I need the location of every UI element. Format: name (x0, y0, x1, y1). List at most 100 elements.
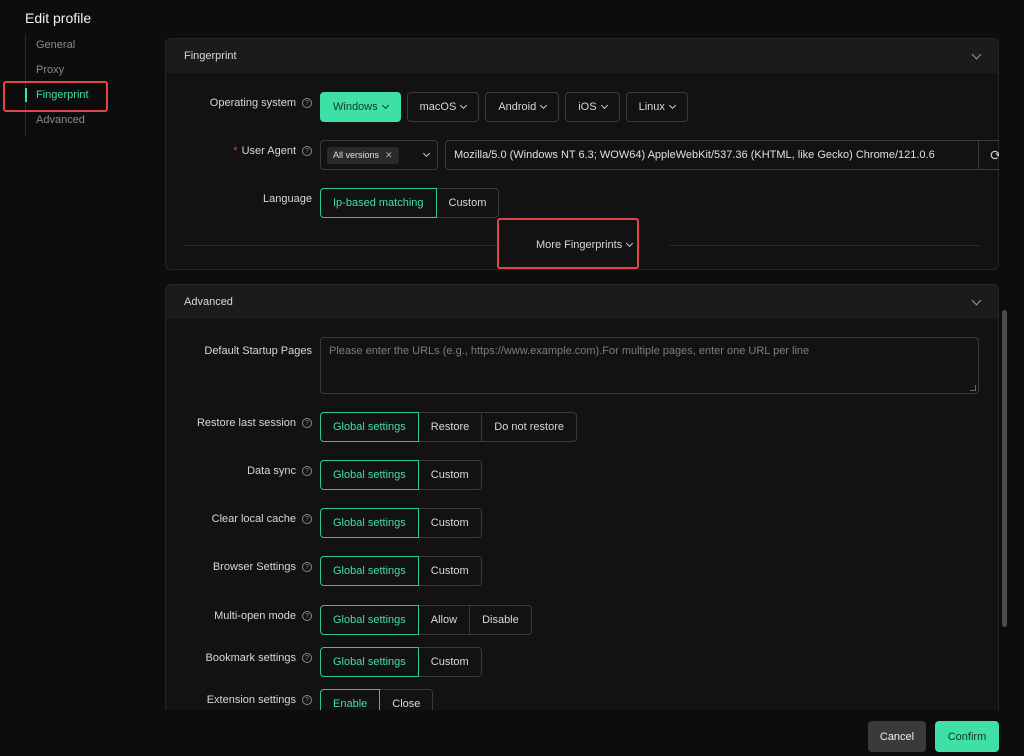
chevron-down-icon (540, 101, 548, 110)
browser-settings-option-global[interactable]: Global settings (320, 556, 419, 586)
version-tag-label: All versions (333, 150, 380, 160)
extension-label-text: Extension settings (206, 694, 296, 706)
os-option-macos[interactable]: macOS (406, 92, 480, 122)
startup-label: Default Startup Pages (204, 345, 312, 357)
fingerprint-section-header[interactable]: Fingerprint (166, 39, 998, 73)
chevron-down-icon (600, 101, 608, 110)
chevron-down-icon (381, 101, 389, 110)
extension-row: Extension settings? Enable Close (166, 689, 434, 710)
chevron-down-icon[interactable] (971, 49, 982, 59)
help-icon[interactable]: ? (302, 98, 312, 108)
browser-settings-option-custom[interactable]: Custom (417, 556, 482, 586)
startup-pages-input[interactable]: Please enter the URLs (e.g., https://www… (320, 337, 979, 394)
language-option-ip[interactable]: Ip-based matching (320, 188, 437, 218)
multi-open-label-text: Multi-open mode (214, 610, 296, 622)
bookmark-label: Bookmark settings? (206, 652, 312, 664)
user-agent-label-text: User Agent (241, 145, 296, 157)
sidebar-item-advanced[interactable]: Advanced (26, 110, 89, 135)
help-icon[interactable]: ? (302, 562, 312, 572)
data-sync-option-custom[interactable]: Custom (417, 460, 482, 490)
form-content: Fingerprint Operating system ? Windows m… (165, 38, 999, 710)
version-tag: All versions ✕ (327, 146, 399, 164)
advanced-section-title: Advanced (184, 296, 233, 308)
os-option-ios-label: iOS (578, 101, 597, 113)
data-sync-label-text: Data sync (247, 465, 296, 477)
startup-row: Default Startup Pages Please enter the U… (166, 337, 979, 394)
multi-open-option-global[interactable]: Global settings (320, 605, 419, 635)
user-agent-label: * User Agent ? (233, 145, 312, 157)
clear-cache-label-text: Clear local cache (211, 513, 296, 525)
chevron-down-icon (668, 101, 676, 110)
page-title: Edit profile (25, 10, 92, 26)
chevron-down-icon (460, 101, 468, 110)
extension-option-close[interactable]: Close (379, 689, 434, 710)
extension-option-enable[interactable]: Enable (320, 689, 381, 710)
os-option-windows-label: Windows (333, 101, 378, 113)
os-label: Operating system ? (210, 97, 312, 109)
os-option-windows[interactable]: Windows (320, 92, 401, 122)
user-agent-input[interactable]: Mozilla/5.0 (Windows NT 6.3; WOW64) Appl… (445, 140, 979, 170)
startup-placeholder: Please enter the URLs (e.g., https://www… (329, 345, 810, 357)
restore-option-global[interactable]: Global settings (320, 412, 419, 442)
chevron-down-icon (422, 149, 431, 158)
data-sync-row: Data sync? Global settings Custom (166, 460, 482, 490)
restore-option-do-not-restore[interactable]: Do not restore (481, 412, 577, 442)
os-option-macos-label: macOS (419, 101, 457, 113)
bookmark-label-text: Bookmark settings (205, 652, 296, 664)
language-row: Language Ip-based matching Custom (166, 188, 500, 218)
help-icon[interactable]: ? (302, 611, 312, 621)
advanced-section: Advanced Default Startup Pages Please en… (165, 284, 999, 710)
chevron-down-icon[interactable] (971, 295, 982, 305)
multi-open-option-allow[interactable]: Allow (417, 605, 471, 635)
ua-version-select[interactable]: All versions ✕ (320, 140, 438, 170)
help-icon[interactable]: ? (302, 653, 312, 663)
language-label: Language (263, 193, 312, 205)
os-label-text: Operating system (209, 97, 296, 109)
clear-cache-row: Clear local cache? Global settings Custo… (166, 508, 482, 538)
help-icon[interactable]: ? (302, 514, 312, 524)
confirm-button[interactable]: Confirm (935, 721, 999, 752)
cancel-button[interactable]: Cancel (868, 721, 926, 752)
bookmark-option-global[interactable]: Global settings (320, 647, 419, 677)
multi-open-row: Multi-open mode? Global settings Allow D… (166, 605, 532, 635)
fingerprint-section-title: Fingerprint (184, 50, 237, 62)
advanced-section-header[interactable]: Advanced (166, 285, 998, 319)
required-marker: * (233, 145, 238, 157)
clear-cache-option-global[interactable]: Global settings (320, 508, 419, 538)
help-icon[interactable]: ? (302, 695, 312, 705)
clear-cache-option-custom[interactable]: Custom (417, 508, 482, 538)
os-option-android-label: Android (498, 101, 537, 113)
os-row: Operating system ? Windows macOS Android… (166, 92, 694, 122)
os-option-ios[interactable]: iOS (565, 92, 620, 122)
data-sync-option-global[interactable]: Global settings (320, 460, 419, 490)
refresh-icon[interactable]: ⟳ (979, 140, 999, 170)
bookmark-row: Bookmark settings? Global settings Custo… (166, 647, 482, 677)
restore-row: Restore last session? Global settings Re… (166, 412, 577, 442)
multi-open-label: Multi-open mode? (214, 610, 312, 622)
browser-settings-label: Browser Settings? (213, 561, 312, 573)
restore-option-restore[interactable]: Restore (417, 412, 483, 442)
os-option-linux[interactable]: Linux (625, 92, 688, 122)
bookmark-option-custom[interactable]: Custom (417, 647, 482, 677)
user-agent-row: * User Agent ? All versions ✕ Mozilla/5.0… (166, 140, 999, 170)
resize-handle[interactable] (970, 385, 976, 391)
help-icon[interactable]: ? (302, 418, 312, 428)
annotation-box-fingerprint-nav (3, 81, 108, 112)
browser-settings-label-text: Browser Settings (212, 561, 296, 573)
help-icon[interactable]: ? (302, 466, 312, 476)
os-option-android[interactable]: Android (485, 92, 560, 122)
multi-open-option-disable[interactable]: Disable (469, 605, 532, 635)
scrollbar[interactable] (1002, 310, 1007, 627)
annotation-box-more-fingerprints (497, 218, 639, 269)
restore-label: Restore last session? (197, 417, 312, 429)
browser-settings-row: Browser Settings? Global settings Custom (166, 556, 482, 586)
close-icon[interactable]: ✕ (385, 150, 393, 161)
extension-label: Extension settings? (207, 694, 312, 706)
data-sync-label: Data sync? (247, 465, 312, 477)
clear-cache-label: Clear local cache? (212, 513, 312, 525)
restore-label-text: Restore last session (196, 417, 296, 429)
help-icon[interactable]: ? (302, 146, 312, 156)
os-option-linux-label: Linux (638, 101, 665, 113)
sidebar-item-general[interactable]: General (26, 35, 89, 60)
language-option-custom[interactable]: Custom (435, 188, 500, 218)
